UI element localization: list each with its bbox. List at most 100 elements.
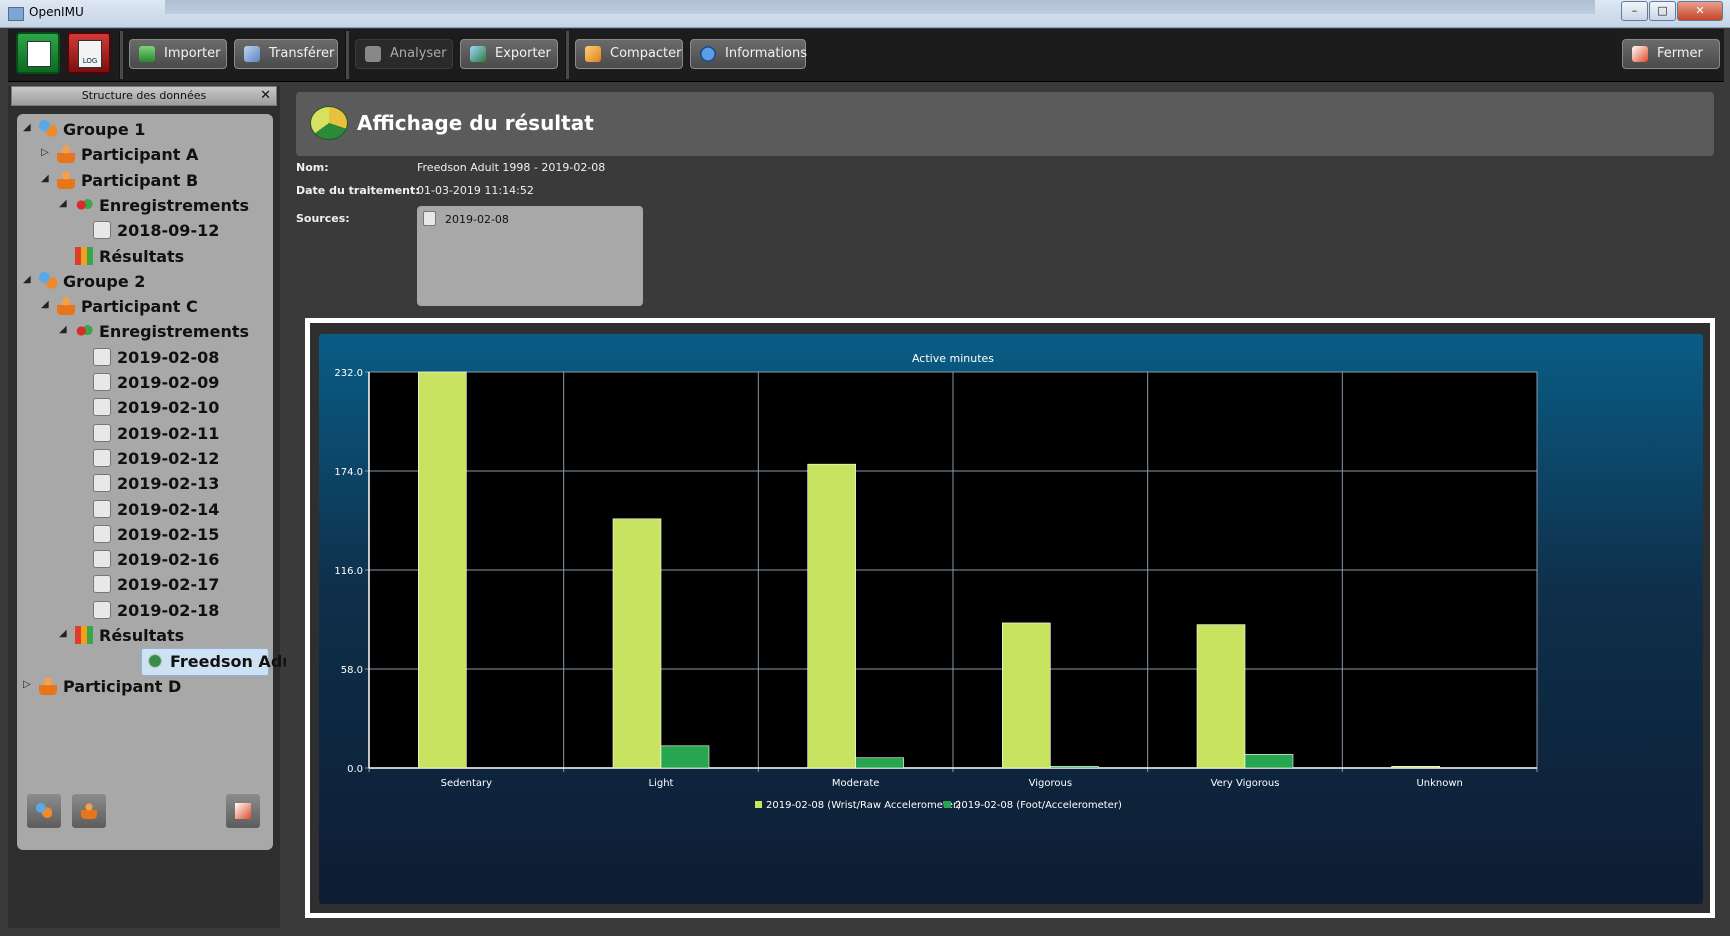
close-app-label: Fermer: [1657, 46, 1703, 61]
y-tick-label: 116.0: [334, 566, 363, 577]
chart-bar: [1244, 754, 1294, 769]
add-group-button[interactable]: [26, 793, 62, 829]
compact-label: Compacter: [610, 46, 682, 61]
maximize-button[interactable]: □: [1649, 1, 1676, 21]
recording-icon: [93, 423, 111, 442]
close-window-button[interactable]: ✕: [1677, 1, 1723, 21]
tree-item-label: Participant B: [81, 170, 199, 190]
source-item[interactable]: 2019-02-08: [445, 213, 509, 226]
toolbar-separator: [345, 31, 349, 79]
tree-item-label: 2019-02-08: [117, 347, 220, 367]
delete-item-button[interactable]: [225, 793, 261, 829]
group-icon: [39, 120, 57, 138]
chart-bar: [1391, 765, 1440, 769]
tree-expand-arrow-icon[interactable]: ◢: [41, 173, 49, 184]
data-view-button[interactable]: [16, 32, 60, 74]
sources-list[interactable]: 2019-02-08: [417, 206, 643, 306]
minimize-button[interactable]: –: [1621, 1, 1648, 21]
person-icon: [57, 297, 75, 316]
person-icon: [39, 676, 57, 695]
x-category-label: Very Vigorous: [1211, 778, 1280, 789]
name-value: Freedson Adult 1998 - 2019-02-08: [417, 161, 606, 174]
transfer-label: Transférer: [269, 46, 335, 61]
person-icon: [57, 170, 75, 189]
recording-icon: [93, 347, 111, 366]
tree-item-label: Participant A: [81, 145, 199, 165]
toolbar-separator: [119, 31, 123, 79]
tree-list-icon: [27, 41, 51, 67]
legend-swatch: [755, 801, 762, 808]
tree-item-label: 2019-02-14: [117, 499, 220, 519]
tree-expand-arrow-icon[interactable]: ◢: [23, 122, 31, 133]
panel-close-icon[interactable]: ✕: [260, 87, 271, 105]
recording-icon: [93, 448, 111, 467]
app-icon: [8, 7, 24, 21]
tree-item-label: 2019-02-12: [117, 448, 220, 468]
information-label: Informations: [725, 46, 808, 61]
name-label: Nom:: [296, 161, 329, 174]
y-tick-label: 58.0: [341, 665, 363, 676]
tree-item-label: Résultats: [99, 246, 185, 266]
recording-icon: [93, 575, 111, 594]
result-title: Affichage du résultat: [357, 111, 594, 135]
recording-icon: [423, 211, 436, 226]
chart-bar: [1050, 765, 1099, 769]
analyze-button[interactable]: Analyser: [355, 39, 453, 69]
export-icon: [470, 46, 486, 62]
add-participant-button[interactable]: [71, 793, 107, 829]
chart-bar: [660, 745, 710, 769]
window-title: OpenIMU: [29, 5, 84, 19]
person-icon: [81, 803, 97, 819]
results-icon: [75, 246, 93, 265]
delete-icon: [235, 803, 251, 819]
tree-expand-arrow-icon[interactable]: ◢: [59, 198, 67, 209]
tree-item[interactable]: Freedson Adult ...: [141, 648, 331, 677]
tree-expand-arrow-icon[interactable]: ◢: [23, 274, 31, 285]
recording-icon: [93, 550, 111, 569]
tree-expand-arrow-icon[interactable]: ◢: [59, 324, 67, 335]
sources-label: Sources:: [296, 212, 350, 225]
tree-item-label: 2019-02-10: [117, 398, 220, 418]
background-window-strip: [165, 0, 1595, 14]
recording-icon: [93, 398, 111, 417]
information-button[interactable]: Informations: [690, 39, 808, 69]
tree-expand-arrow-icon[interactable]: ▷: [23, 679, 31, 690]
log-button[interactable]: LOG: [67, 32, 111, 74]
toolbar-separator: [565, 31, 569, 79]
result-header: Affichage du résultat: [296, 92, 1714, 156]
chart-title: Active minutes: [912, 352, 994, 365]
tree-item-label: Participant D: [63, 676, 182, 696]
group-icon: [39, 271, 57, 290]
tree-item-label: Résultats: [99, 626, 185, 645]
import-button[interactable]: Importer: [129, 39, 227, 69]
chart-bar: [807, 463, 856, 769]
result-view: Affichage du résultat Nom: Freedson Adul…: [286, 86, 1724, 928]
date-label: Date du traitement:: [296, 184, 420, 197]
tree-item-label: 2019-02-11: [117, 423, 220, 443]
tree-expand-arrow-icon[interactable]: ◢: [41, 299, 49, 310]
chart-bar: [418, 371, 467, 769]
tree-item-label: Groupe 2: [63, 271, 146, 291]
tree-item-label: 2019-02-17: [117, 575, 220, 595]
box-icon: [585, 46, 601, 62]
import-arrow-icon: [139, 46, 155, 62]
transfer-button[interactable]: Transférer: [234, 39, 338, 69]
analyze-icon: [365, 46, 381, 62]
active-minutes-chart: Active minutes 0.0 58.0 116.0 174.0 232.0 Sede…: [334, 352, 1538, 811]
tree-item-label: 2019-02-15: [117, 524, 220, 544]
tree-expand-arrow-icon[interactable]: ▷: [41, 147, 49, 158]
tree-expand-arrow-icon[interactable]: ◢: [59, 628, 67, 639]
recording-icon: [93, 221, 111, 240]
legend-swatch: [944, 801, 951, 808]
x-category-label: Sedentary: [441, 778, 492, 789]
export-button[interactable]: Exporter: [460, 39, 558, 69]
tree-item-label: 2019-02-13: [117, 474, 220, 494]
close-app-button[interactable]: Fermer: [1622, 39, 1720, 69]
compact-button[interactable]: Compacter: [575, 39, 683, 69]
tree-item-label: Groupe 1: [63, 120, 146, 139]
chart-frame: Active minutes 0.0 58.0 116.0 174.0 232.0 Sede…: [310, 323, 1710, 913]
info-icon: [700, 46, 716, 62]
window-titlebar: OpenIMU – □ ✕: [0, 0, 1730, 28]
tree-item-label: 2019-02-09: [117, 373, 220, 392]
x-category-label: Vigorous: [1029, 778, 1072, 789]
